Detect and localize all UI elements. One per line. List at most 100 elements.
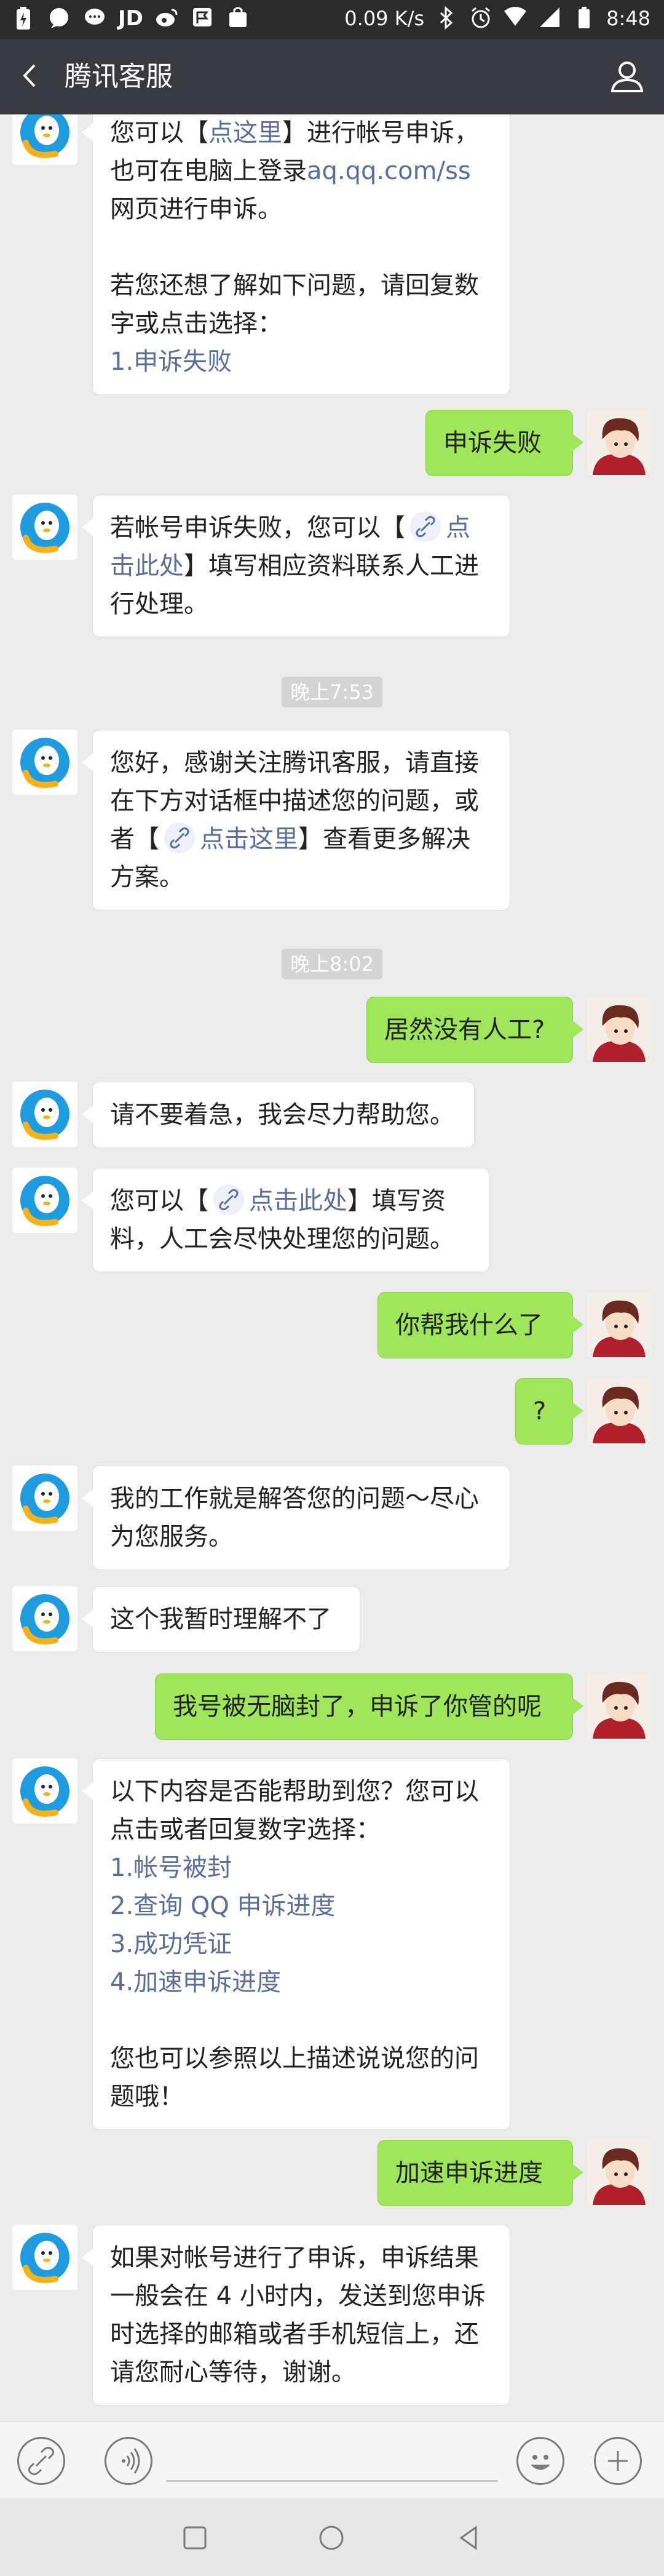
page-title: 腾讯客服 <box>65 61 173 92</box>
message-text: 居然没有人工? <box>384 1016 545 1044</box>
back-button[interactable] <box>14 54 50 97</box>
back-nav-button[interactable] <box>454 2522 484 2553</box>
message-bubble[interactable]: 如果对帐号进行了申诉，申诉结果 一般会在 4 小时内，发送到您申诉 时选择的邮箱… <box>82 2225 510 2406</box>
timestamp: 晚上7:53 <box>282 677 382 708</box>
user-avatar[interactable] <box>587 1378 652 1443</box>
user-avatar[interactable] <box>587 1673 652 1739</box>
message-text: 如果对帐号进行了申诉，申诉结果 一般会在 4 小时内，发送到您申诉 时选择的邮箱… <box>110 2244 486 2387</box>
outgoing-message: 你帮我什么了 <box>0 1292 664 1358</box>
service-avatar[interactable] <box>12 1465 77 1531</box>
incoming-message: 若帐号申诉失败，您可以【点 击此处】填写相应资料联系人工进 行处理。 <box>0 495 664 637</box>
message-text: 您可以【 <box>110 1187 208 1215</box>
recents-button[interactable] <box>180 2522 210 2553</box>
service-avatar[interactable] <box>12 1168 77 1233</box>
status-right-icons: 0.09 K/s 8:48 <box>344 6 650 31</box>
more-button[interactable] <box>594 2437 642 2485</box>
user-avatar[interactable] <box>587 410 652 475</box>
flag-icon <box>190 6 215 31</box>
message-bubble[interactable]: 若帐号申诉失败，您可以【点 击此处】填写相应资料联系人工进 行处理。 <box>82 495 510 637</box>
weibo-icon <box>154 6 179 31</box>
option-link[interactable]: 4.加速申诉进度 <box>110 1968 281 1996</box>
service-avatar[interactable] <box>12 495 77 560</box>
incoming-message: 以下内容是否能帮助到您？您可以 点击或者回复数字选择： 1.帐号被封 2.查询 … <box>0 1758 664 2130</box>
message-link[interactable]: 点这里 <box>208 119 282 147</box>
service-avatar[interactable] <box>12 114 77 165</box>
incoming-message: 请不要着急，我会尽力帮助您。 <box>0 1082 664 1148</box>
link-icon <box>28 2446 55 2476</box>
message-link[interactable]: aq.qq.com/ss <box>307 157 471 185</box>
message-bubble[interactable]: 申诉失败 <box>425 410 583 476</box>
message-text: 我号被无脑封了，申诉了你管的呢 <box>173 1693 542 1721</box>
message-text: 我的工作就是解答您的问题～尽心 为您服务。 <box>110 1485 479 1551</box>
bag-icon <box>226 6 250 31</box>
message-bubble[interactable]: 我号被无脑封了，申诉了你管的呢 <box>155 1673 583 1740</box>
incoming-message: 这个我暂时理解不了 <box>0 1586 664 1653</box>
service-avatar[interactable] <box>12 1758 77 1824</box>
message-bubble[interactable]: 您好，感谢关注腾讯客服，请直接 在下方对话框中描述您的问题，或 者【 点击这里】查… <box>82 730 510 911</box>
outgoing-message: 申诉失败 <box>0 410 664 476</box>
user-avatar[interactable] <box>587 997 652 1062</box>
chat-area[interactable]: 您可以【点这里】进行帐号申诉， 也可在电脑上登录aq.qq.com/ss 网页进… <box>0 114 664 2422</box>
option-link[interactable]: 3.成功凭证 <box>110 1930 232 1958</box>
voice-icon <box>122 2448 140 2474</box>
message-bubble[interactable]: 居然没有人工? <box>366 997 583 1063</box>
message-text: 以下内容是否能帮助到您？您可以 点击或者回复数字选择： <box>110 1777 479 1844</box>
emoji-button[interactable] <box>516 2437 564 2485</box>
user-avatar[interactable] <box>587 1292 652 1357</box>
alarm-icon <box>468 6 493 31</box>
emoji-icon <box>531 2455 550 2470</box>
option-link[interactable]: 1.帐号被封 <box>110 1854 232 1882</box>
message-text: ? <box>533 1397 547 1426</box>
home-button[interactable] <box>316 2522 347 2553</box>
battery-charging-icon <box>11 6 36 31</box>
service-avatar[interactable] <box>12 1586 77 1651</box>
chevron-left-icon <box>23 64 36 87</box>
input-bar <box>0 2422 664 2498</box>
message-bubble[interactable]: 我的工作就是解答您的问题～尽心 为您服务。 <box>82 1465 510 1570</box>
message-text: 网页进行申诉。 若您还想了解如下问题，请回复数 字或点击选择： <box>110 195 479 338</box>
jd-icon: JD <box>118 6 143 31</box>
message-text: 申诉失败 <box>443 429 542 457</box>
message-bubble[interactable]: 加速申诉进度 <box>377 2140 583 2206</box>
incoming-message: 您可以【点这里】进行帐号申诉， 也可在电脑上登录aq.qq.com/ss 网页进… <box>0 114 664 395</box>
message-text: 若帐号申诉失败，您可以【 <box>110 514 405 542</box>
message-bubble[interactable]: 你帮我什么了 <box>377 1292 583 1358</box>
recents-icon <box>183 2526 207 2550</box>
service-avatar[interactable] <box>12 1082 77 1147</box>
user-avatar[interactable] <box>587 2140 652 2205</box>
timestamp-row: 晚上8:02 <box>0 949 664 981</box>
option-link[interactable]: 1.申诉失败 <box>110 348 232 376</box>
message-link[interactable]: 点击此处 <box>249 1187 347 1215</box>
incoming-message: 我的工作就是解答您的问题～尽心 为您服务。 <box>0 1465 664 1570</box>
message-text: 您可以【 <box>110 119 208 147</box>
message-text: 加速申诉进度 <box>395 2159 543 2187</box>
service-avatar[interactable] <box>12 730 77 795</box>
voice-button[interactable] <box>105 2437 152 2485</box>
option-link[interactable]: 2.查询 QQ 申诉进度 <box>110 1892 336 1920</box>
status-time: 8:48 <box>606 7 650 30</box>
link-icon <box>213 1184 244 1215</box>
message-bubble[interactable]: 您可以【 点击此处】填写资 料，人工会尽快处理您的问题。 <box>82 1168 489 1272</box>
service-avatar[interactable] <box>12 2225 77 2290</box>
message-link[interactable]: 点击这里 <box>200 825 298 853</box>
message-text: 请不要着急，我会尽力帮助您。 <box>110 1101 454 1129</box>
message-bubble[interactable]: 请不要着急，我会尽力帮助您。 <box>82 1082 475 1148</box>
message-text: 你帮我什么了 <box>395 1311 543 1339</box>
battery-icon <box>572 6 596 31</box>
status-left-icons: JD <box>11 6 250 31</box>
message-text: 这个我暂时理解不了 <box>110 1605 331 1633</box>
message-bubble[interactable]: 以下内容是否能帮助到您？您可以 点击或者回复数字选择： 1.帐号被封 2.查询 … <box>82 1758 510 2130</box>
link-button[interactable] <box>17 2437 65 2485</box>
message-bubble[interactable]: ? <box>515 1378 583 1445</box>
home-icon <box>319 2526 344 2550</box>
message-bubble[interactable]: 这个我暂时理解不了 <box>82 1586 360 1653</box>
message-input[interactable] <box>166 2480 498 2482</box>
outgoing-message: 我号被无脑封了，申诉了你管的呢 <box>0 1673 664 1740</box>
status-bar: JD 0.09 K/s 8:48 <box>0 0 664 39</box>
message-icon <box>82 6 107 31</box>
bluetooth-icon <box>434 6 459 31</box>
person-icon <box>611 62 644 92</box>
link-icon <box>410 511 441 542</box>
profile-button[interactable] <box>607 57 647 96</box>
message-bubble[interactable]: 您可以【点这里】进行帐号申诉， 也可在电脑上登录aq.qq.com/ss 网页进… <box>82 114 510 395</box>
